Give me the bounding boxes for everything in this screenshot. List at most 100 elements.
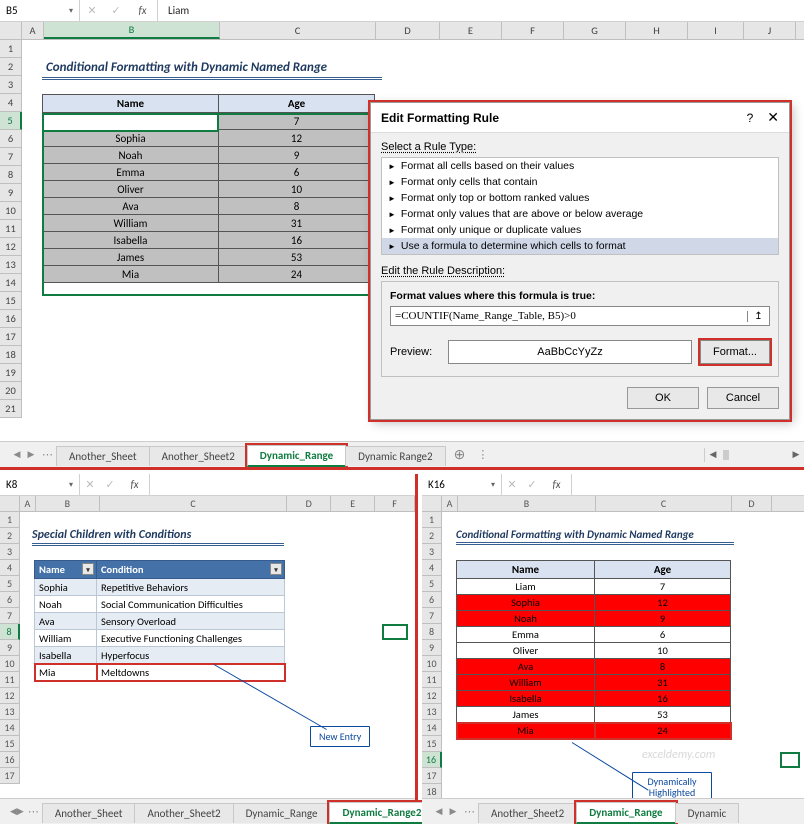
table-cell[interactable]: William <box>457 675 595 691</box>
table-cell[interactable]: 6 <box>595 627 731 643</box>
table-cell[interactable]: 24 <box>219 266 375 283</box>
table-cell[interactable]: Sensory Overload <box>97 613 285 630</box>
format-button[interactable]: Format... <box>700 340 770 364</box>
table-cell[interactable]: Sophia <box>43 130 219 147</box>
tab-next-icon[interactable]: ▶ <box>24 449 38 460</box>
filter-icon[interactable]: ▾ <box>82 563 94 575</box>
table-cell[interactable]: Noah <box>35 596 97 613</box>
tab-bl-0[interactable]: Another_Sheet <box>42 803 136 823</box>
formula-field[interactable] <box>391 310 747 322</box>
grid-br[interactable]: ABCD 123456789101112131415161718 Conditi… <box>422 496 804 794</box>
help-icon[interactable]: ? <box>747 111 754 125</box>
table-cell[interactable]: 8 <box>595 659 731 675</box>
table-cell[interactable]: Ava <box>457 659 595 675</box>
table-cell[interactable]: Social Communication Difficulties <box>97 596 285 613</box>
table-cell[interactable]: Isabella <box>35 647 97 664</box>
table-cell[interactable]: 8 <box>219 198 375 215</box>
rule-option[interactable]: ►Format only values that are above or be… <box>382 206 778 222</box>
table-cell[interactable]: 12 <box>595 595 731 611</box>
conditions-table[interactable]: Name▾Condition▾ SophiaRepetitive Behavio… <box>34 560 285 681</box>
table-cell[interactable]: Ava <box>43 198 219 215</box>
table-cell[interactable]: William <box>43 215 219 232</box>
table-cell[interactable]: James <box>43 249 219 266</box>
fx-icon-br[interactable]: fx <box>542 474 572 495</box>
table-cell[interactable]: Ava <box>35 613 97 630</box>
table-cell[interactable]: Meltdowns <box>97 664 285 681</box>
rule-type-list[interactable]: ►Format all cells based on their values►… <box>381 157 779 255</box>
table-cell[interactable]: Oliver <box>457 643 595 659</box>
add-sheet-icon[interactable]: ⊕ <box>446 446 474 463</box>
grid-bl[interactable]: ABCDEF 1234567891011121314151617 Special… <box>0 496 415 794</box>
hscroll[interactable]: ◀▶ <box>704 448 804 462</box>
table-cell[interactable]: Mia <box>35 664 97 681</box>
table-cell[interactable]: 10 <box>595 643 731 659</box>
rule-option[interactable]: ►Format only top or bottom ranked values <box>382 190 778 206</box>
table-cell[interactable]: William <box>35 630 97 647</box>
sheet-tabs-br[interactable]: ◀▶⋯ Another_Sheet2 Dynamic_Range Dynamic <box>422 798 804 824</box>
table-cell[interactable]: Oliver <box>43 181 219 198</box>
formula-value[interactable]: Liam <box>158 4 189 17</box>
sheet-tabs-bl[interactable]: ◀▶⋯ Another_Sheet Another_Sheet2 Dynamic… <box>0 798 415 824</box>
name-box-br[interactable]: K16▾ <box>422 474 502 495</box>
close-icon[interactable]: ✕ <box>767 109 779 126</box>
table-cell[interactable]: Emma <box>457 627 595 643</box>
table-cell[interactable]: 6 <box>219 164 375 181</box>
table-cell[interactable]: James <box>457 707 595 723</box>
tab-another-sheet[interactable]: Another_Sheet <box>56 446 150 466</box>
table-cell[interactable]: 9 <box>219 147 375 164</box>
table-cell[interactable]: Isabella <box>43 232 219 249</box>
tab-dynamic-range2[interactable]: Dynamic Range2 <box>345 446 445 466</box>
table-cell[interactable]: 9 <box>595 611 731 627</box>
range-picker-icon[interactable]: ↥ <box>747 311 769 322</box>
filter-icon[interactable]: ▾ <box>270 563 282 575</box>
table-cell[interactable]: Emma <box>43 164 219 181</box>
sheet-tabs-top[interactable]: ◀ ▶ ⋯ Another_Sheet Another_Sheet2 Dynam… <box>0 441 804 467</box>
table-cell[interactable]: Mia <box>457 723 595 739</box>
row-headers-bl: 1234567891011121314151617 <box>0 512 20 784</box>
table-cell[interactable]: 7 <box>219 113 375 130</box>
rule-option[interactable]: ►Format all cells based on their values <box>382 158 778 174</box>
table-cell[interactable]: 16 <box>219 232 375 249</box>
tab-bl-3[interactable]: Dynamic_Range2 <box>329 802 434 824</box>
result-table[interactable]: NameAge Liam7Sophia12Noah9Emma6Oliver10A… <box>456 560 731 739</box>
table-cell[interactable]: Mia <box>43 266 219 283</box>
table-cell[interactable]: Noah <box>43 147 219 164</box>
table-cell[interactable]: Repetitive Behaviors <box>97 579 285 596</box>
name-box-bl[interactable]: K8▾ <box>0 474 80 495</box>
name-box[interactable]: B5▾ <box>0 0 80 21</box>
tab-bl-2[interactable]: Dynamic_Range <box>233 803 331 823</box>
cancel-button[interactable]: Cancel <box>707 387 779 409</box>
tab-br-1[interactable]: Dynamic_Range <box>576 802 675 824</box>
table-cell[interactable]: 31 <box>219 215 375 232</box>
table-cell[interactable]: Sophia <box>457 595 595 611</box>
rule-option[interactable]: ►Format only unique or duplicate values <box>382 222 778 238</box>
table-cell[interactable]: 53 <box>595 707 731 723</box>
table-cell[interactable]: Liam <box>457 579 595 595</box>
table-cell[interactable]: Sophia <box>35 579 97 596</box>
table-cell[interactable]: Executive Functioning Challenges <box>97 630 285 647</box>
rule-option[interactable]: ►Use a formula to determine which cells … <box>382 238 778 254</box>
table-cell[interactable]: Liam <box>43 113 219 130</box>
tab-br-0[interactable]: Another_Sheet2 <box>478 803 577 823</box>
fx-icon[interactable]: fx <box>128 0 158 21</box>
data-table[interactable]: NameAge Liam7Sophia12Noah9Emma6Oliver10A… <box>42 94 375 283</box>
tab-dynamic-range[interactable]: Dynamic_Range <box>247 445 346 467</box>
table-cell[interactable]: Noah <box>457 611 595 627</box>
table-cell[interactable]: 12 <box>219 130 375 147</box>
table-cell[interactable]: 53 <box>219 249 375 266</box>
tab-prev-icon[interactable]: ◀ <box>10 449 24 460</box>
formula-input[interactable]: ↥ <box>390 306 770 326</box>
tab-br-2[interactable]: Dynamic <box>675 803 740 823</box>
table-cell[interactable]: Isabella <box>457 691 595 707</box>
tab-bl-1[interactable]: Another_Sheet2 <box>134 803 233 823</box>
table-cell[interactable]: 16 <box>595 691 731 707</box>
table-cell[interactable]: Hyperfocus <box>97 647 285 664</box>
tab-another-sheet2[interactable]: Another_Sheet2 <box>149 446 248 466</box>
table-cell[interactable]: 24 <box>595 723 731 739</box>
ok-button[interactable]: OK <box>627 387 699 409</box>
table-cell[interactable]: 10 <box>219 181 375 198</box>
table-cell[interactable]: 7 <box>595 579 731 595</box>
table-cell[interactable]: 31 <box>595 675 731 691</box>
fx-icon-bl[interactable]: fx <box>120 474 150 495</box>
rule-option[interactable]: ►Format only cells that contain <box>382 174 778 190</box>
